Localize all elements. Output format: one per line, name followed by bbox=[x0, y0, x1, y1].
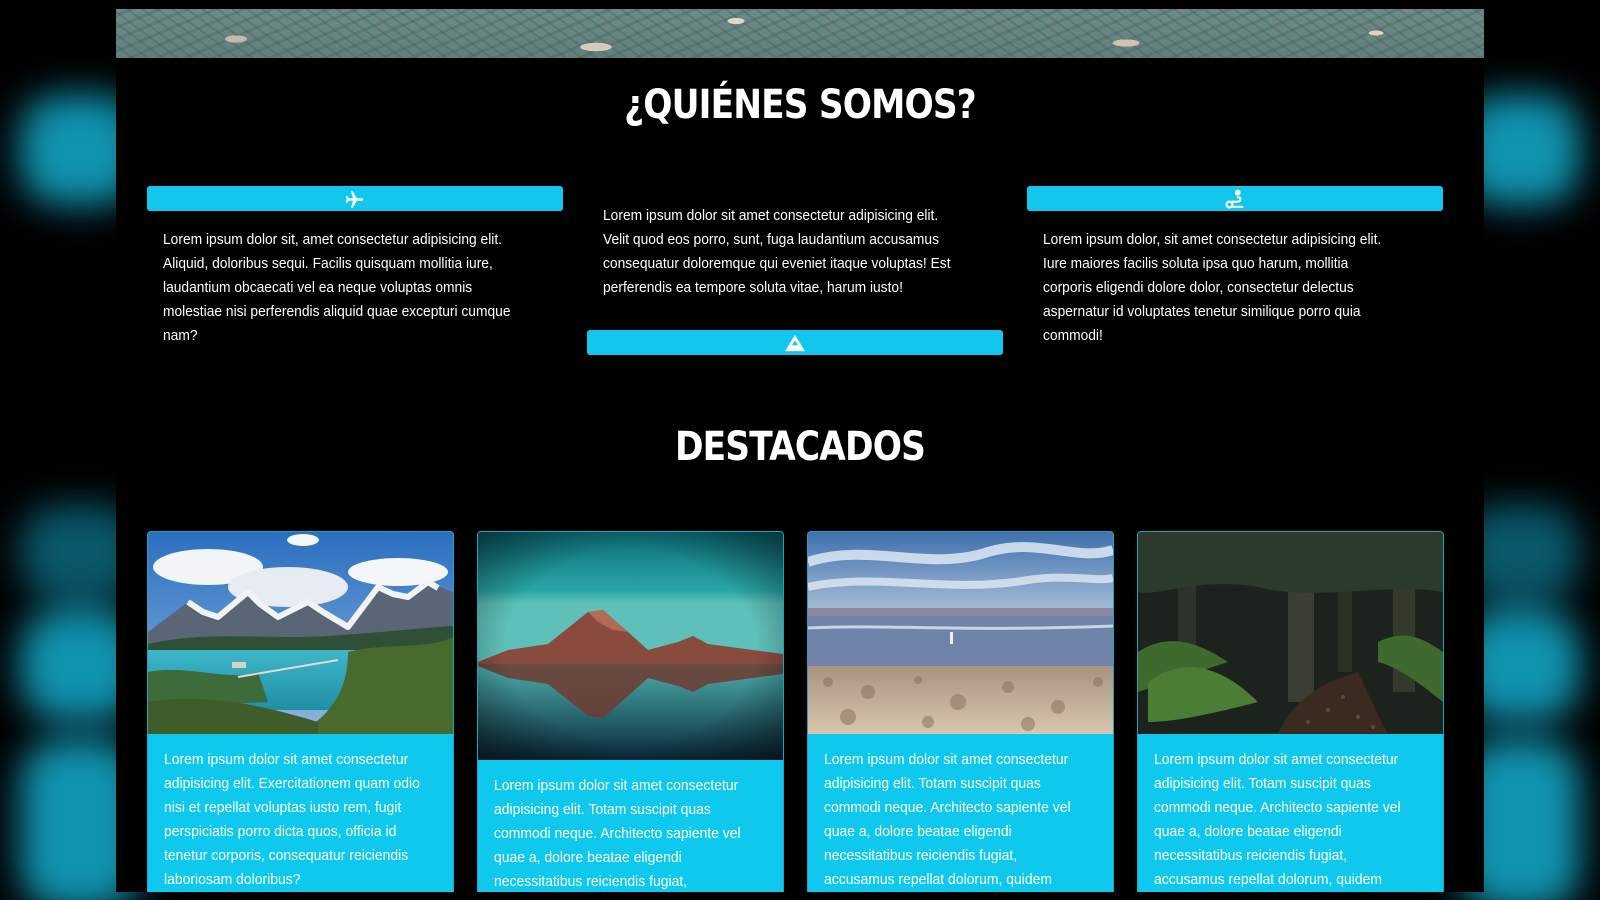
about-column-2: Lorem ipsum dolor sit amet consectetur a… bbox=[587, 186, 1003, 356]
about-text-2: Lorem ipsum dolor sit amet consectetur a… bbox=[603, 207, 951, 296]
featured-card-3-text: Lorem ipsum dolor sit amet consectetur a… bbox=[824, 751, 1071, 888]
featured-card-1-text: Lorem ipsum dolor sit amet consectetur a… bbox=[164, 751, 420, 888]
about-icon-bar-2 bbox=[587, 330, 1003, 355]
volcano-reflection-photo bbox=[478, 532, 783, 760]
featured-card-4[interactable]: Lorem ipsum dolor sit amet consectetur a… bbox=[1137, 531, 1444, 892]
featured-card-2-text: Lorem ipsum dolor sit amet consectetur a… bbox=[494, 777, 741, 890]
featured-card-3[interactable]: Lorem ipsum dolor sit amet consectetur a… bbox=[807, 531, 1114, 892]
featured-card-4-text: Lorem ipsum dolor sit amet consectetur a… bbox=[1154, 751, 1401, 888]
about-icon-bar-3 bbox=[1027, 186, 1443, 211]
page-content: ¿QUIÉNES SOMOS? Lorem ipsum dolor sit, a… bbox=[116, 0, 1484, 892]
featured-card-2[interactable]: Lorem ipsum dolor sit amet consectetur a… bbox=[477, 531, 784, 892]
forest-trail-photo bbox=[1138, 532, 1443, 734]
about-text-3: Lorem ipsum dolor, sit amet consectetur … bbox=[1043, 231, 1382, 344]
featured-section-title: DESTACADOS bbox=[674, 424, 926, 470]
route-icon bbox=[1225, 189, 1244, 209]
salt-flat-lagoon-photo bbox=[808, 532, 1113, 734]
about-text-1: Lorem ipsum dolor sit, amet consectetur … bbox=[163, 231, 511, 344]
lake-mountains-photo bbox=[148, 532, 453, 734]
mountain-icon bbox=[785, 334, 805, 351]
airplane-icon bbox=[345, 190, 364, 208]
hero-image-strip bbox=[116, 9, 1484, 58]
featured-card-1[interactable]: Lorem ipsum dolor sit amet consectetur a… bbox=[147, 531, 454, 892]
about-column-3: Lorem ipsum dolor, sit amet consectetur … bbox=[1027, 186, 1443, 366]
about-column-1: Lorem ipsum dolor sit, amet consectetur … bbox=[147, 186, 563, 366]
about-section-title: ¿QUIÉNES SOMOS? bbox=[624, 82, 977, 128]
page-viewport: ¿QUIÉNES SOMOS? Lorem ipsum dolor sit, a… bbox=[0, 0, 1600, 900]
about-icon-bar-1 bbox=[147, 186, 563, 211]
